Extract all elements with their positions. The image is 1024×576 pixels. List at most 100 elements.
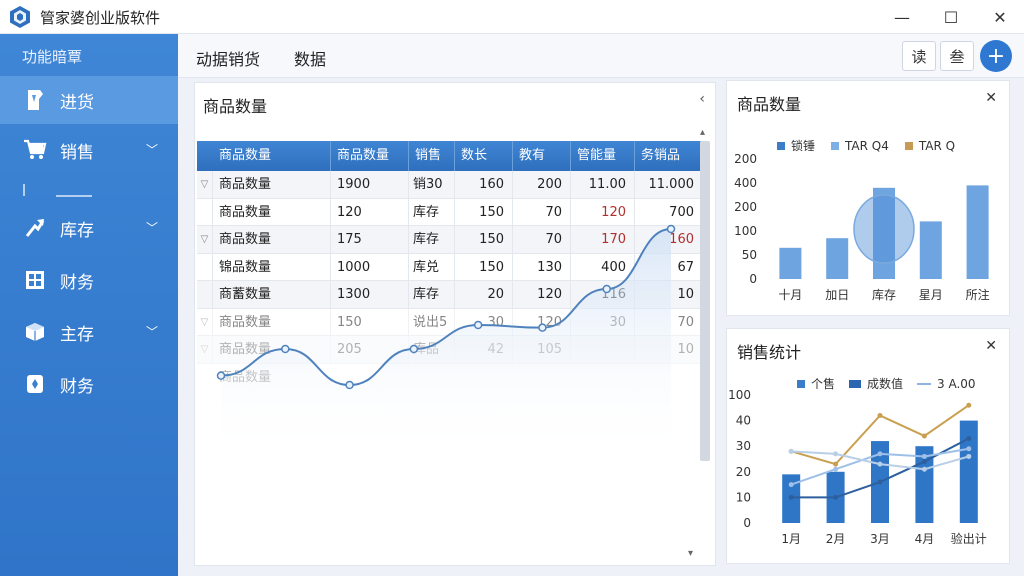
y-tick-label: 10 [736,490,751,504]
sales-combo-chart: 0 10 20 30 40 100 1月 2月 3月 4月 验出计 [728,388,987,546]
read-button[interactable]: 读 [902,41,936,71]
trend-line-chart [216,224,676,463]
sidebar-item-label: 主存 [60,324,94,345]
scroll-down-icon[interactable]: ▾ [688,548,693,559]
trend-point [409,344,419,354]
trend-point [666,224,676,234]
series-point [788,482,794,488]
chevron-down-icon: ﹀ [145,221,158,235]
series-point [921,453,927,459]
trend-point [281,344,290,354]
x-tick-label: 1月 [781,532,801,546]
sidebar-item-label: 进货 [60,92,94,113]
x-tick-label: 库存 [872,287,896,302]
x-tick-label: 星月 [919,288,943,302]
highlight-bubble [853,194,915,264]
close-button[interactable]: ✕ [978,2,1022,32]
product-quantity-panel: 商品数量 ‹ 商品数量 商品数量 销售 数长 教有 管能量 务销品 ▽ 商品数量… [194,82,716,566]
series-point [788,448,794,454]
series-point [921,459,927,465]
x-tick-label: 所注 [966,287,990,302]
bar [966,185,989,279]
y-tick-label: 100 [734,224,757,238]
sidebar-item-storage[interactable]: 主存 ﹀ [0,308,178,356]
scroll-thumb[interactable] [700,141,710,461]
minimize-icon: — [894,7,910,27]
y-tick-label: 100 [728,388,751,402]
sidebar-item-inventory[interactable]: 库存 ﹀ [0,204,178,252]
series-point [877,451,883,457]
tab-data[interactable]: 数据 [294,46,326,70]
y-tick-label: 0 [749,272,757,286]
trend-point [216,371,226,380]
chevron-down-icon: ﹀ [145,325,158,339]
scroll-up-icon[interactable]: ▴ [700,127,705,138]
tag-icon [22,87,48,113]
close-icon: ✕ [993,7,1007,27]
vertical-scrollbar[interactable]: ▴ [699,127,711,557]
cart-icon [22,137,48,163]
bar [779,247,802,279]
trend-point [538,323,547,332]
x-tick-label: 加日 [825,288,849,302]
y-tick-label: 20 [736,465,751,479]
series-point [877,479,883,485]
minimize-button[interactable]: — [880,2,924,32]
sidebar-item-purchase[interactable]: 进货 [0,76,178,124]
trend-point [473,320,483,330]
sidebar-item-finance-2[interactable]: 财务 [0,360,178,408]
series-point [921,466,927,472]
trend-point [345,380,354,390]
window-title: 管家婆创业版软件 [40,9,161,27]
series-point [966,446,972,452]
series-point [877,461,883,467]
bar [826,238,849,279]
x-tick-label: 3月 [870,532,890,546]
series-point [966,402,972,408]
box-icon [22,319,48,345]
sidebar-item-label: 财务 [60,272,94,293]
maximize-button[interactable]: ☐ [929,2,973,32]
product-quantity-bar-chart: 0 50 100 200 400 200 十月 加日 库存 星月 所注 [734,152,990,302]
sidebar: 功能暗覃 进货 销售 ﹀ 库存 ﹀ 财务 主存 ﹀ 财务 [0,34,178,576]
series-point [966,453,972,459]
add-button[interactable]: + [980,40,1012,72]
series-point [877,412,883,418]
arrow-icon [22,215,48,241]
y-tick-label: 30 [736,439,751,453]
x-tick-label: 十月 [778,288,802,302]
series-point [833,466,839,472]
sidebar-title: 功能暗覃 [22,48,83,66]
y-tick-label: 50 [742,248,757,262]
tab-sales-data[interactable]: 动据销货 [196,46,260,70]
trend-point [602,284,611,294]
sales-statistics-card: 销售统计 ✕ 个售 成数值 3 A.00 0 10 20 30 40 100 1月 2月 3月 4… [726,328,1010,564]
y-tick-label: 400 [734,176,757,190]
chevron-down-icon: ﹀ [145,143,158,157]
sidebar-divider [23,184,92,197]
y-tick-label: 40 [736,414,751,428]
sidebar-item-sales[interactable]: 销售 ﹀ [0,126,178,174]
series-point [966,436,972,442]
product-quantity-card: 商品数量 ✕ 锁锤 TAR Q4 TAR Q 0 50 100 200 400 200 十月… [726,80,1010,316]
sidebar-item-label: 销售 [60,142,94,163]
app-logo-icon [10,6,30,28]
param-button[interactable]: 叁 [940,41,974,71]
y-tick-label: 200 [734,152,757,166]
bar [919,221,942,279]
trend-area [221,229,671,463]
grid-icon [22,267,48,293]
series-point [833,461,839,467]
wallet-icon [22,371,48,397]
x-tick-label: 4月 [915,532,935,546]
x-tick-label: 验出计 [951,531,987,546]
x-tick-label: 2月 [826,532,846,546]
title-bar: 管家婆创业版软件 — ☐ ✕ [0,0,1024,34]
toolbar: 动据销货 数据 读 叁 + [178,34,1024,78]
sidebar-item-label: 库存 [60,220,94,241]
sidebar-item-finance[interactable]: 财务 [0,256,178,304]
y-tick-label: 200 [734,200,757,214]
series-point [833,451,839,457]
series-point [833,494,839,500]
series-point [921,433,927,439]
